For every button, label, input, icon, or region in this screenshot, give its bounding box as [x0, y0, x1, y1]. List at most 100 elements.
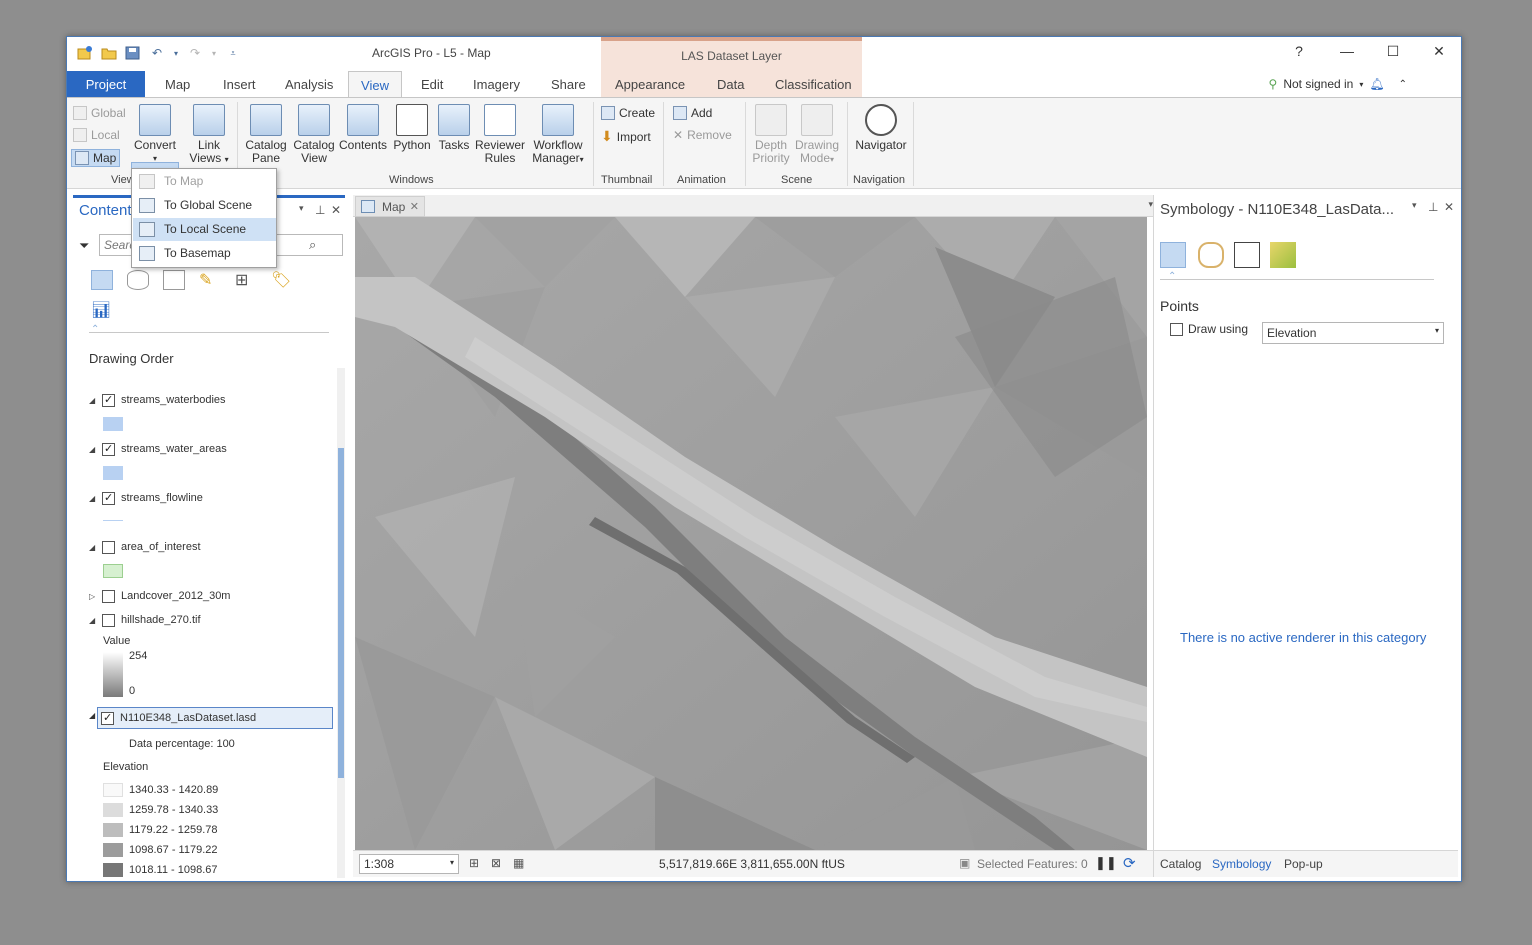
local-view-button[interactable]: Local: [73, 128, 120, 142]
list-by-snapping-icon[interactable]: ⊞: [235, 270, 257, 290]
tab-classification[interactable]: Classification: [773, 71, 854, 97]
tab-project[interactable]: Project: [67, 71, 145, 97]
catalog-view-button[interactable]: Catalog View: [291, 104, 337, 165]
points-symbology-icon[interactable]: [1160, 242, 1186, 268]
global-view-button[interactable]: Global: [73, 106, 126, 120]
tab-data[interactable]: Data: [715, 71, 746, 97]
layer-visibility-checkbox[interactable]: [102, 393, 115, 407]
expand-triangle-icon[interactable]: ◢: [89, 445, 99, 454]
layer-symbol-swatch[interactable]: [103, 417, 123, 431]
layer-streams-waterbodies[interactable]: ◢streams_waterbodies: [89, 392, 226, 408]
draw-using-checkbox[interactable]: [1170, 322, 1183, 336]
list-by-selection-icon[interactable]: [163, 270, 185, 290]
catalog-pane-button[interactable]: Catalog Pane: [243, 104, 289, 165]
table-icon[interactable]: ▦: [513, 856, 524, 870]
undo-icon[interactable]: ↶: [149, 46, 165, 60]
close-tab-icon[interactable]: ✕: [410, 200, 419, 213]
edges-symbology-icon[interactable]: [1234, 242, 1260, 268]
tab-popup[interactable]: Pop-up: [1284, 857, 1323, 871]
elevation-class[interactable]: 1340.33 - 1420.89: [103, 782, 218, 798]
tab-imagery[interactable]: Imagery: [471, 71, 522, 97]
expand-triangle-icon[interactable]: ◢: [89, 711, 95, 720]
tab-insert[interactable]: Insert: [221, 71, 258, 97]
collapse-toolbar-icon[interactable]: ⌃: [91, 324, 99, 335]
contents-scrollbar[interactable]: [337, 368, 345, 878]
redo-icon[interactable]: ↷: [187, 46, 203, 60]
filter-icon[interactable]: ⏷: [79, 238, 89, 254]
thumbnail-create-button[interactable]: Create: [601, 106, 655, 120]
expand-triangle-icon[interactable]: ◢: [89, 396, 99, 405]
menu-item-to-basemap[interactable]: To Basemap: [133, 242, 276, 265]
help-icon[interactable]: ?: [1289, 43, 1309, 59]
layer-visibility-checkbox[interactable]: [102, 442, 115, 456]
pause-icon[interactable]: ❚❚: [1095, 855, 1117, 871]
layer-streams-flowline[interactable]: ◢streams_flowline: [89, 490, 203, 506]
minimize-icon[interactable]: —: [1337, 43, 1357, 59]
layer-line-symbol[interactable]: [103, 520, 123, 521]
close-pane-icon[interactable]: ✕: [331, 203, 341, 217]
collapsed-triangle-icon[interactable]: ▷: [89, 592, 99, 601]
layer-symbol-swatch[interactable]: [103, 564, 123, 578]
drawing-mode-button[interactable]: Drawing Mode▾: [793, 104, 841, 166]
tab-analysis[interactable]: Analysis: [283, 71, 335, 97]
list-by-drawing-order-icon[interactable]: [91, 270, 113, 290]
pane-options-icon[interactable]: ▾: [1412, 200, 1417, 211]
collapse-ribbon-icon[interactable]: ⌃: [1399, 79, 1407, 90]
tab-view[interactable]: View: [348, 71, 402, 98]
contents-button[interactable]: Contents: [339, 104, 387, 152]
scrollbar-thumb[interactable]: [338, 448, 344, 778]
close-pane-icon[interactable]: ✕: [1444, 200, 1454, 214]
animation-add-button[interactable]: Add: [673, 106, 712, 120]
depth-priority-button[interactable]: Depth Priority: [749, 104, 793, 165]
save-project-icon[interactable]: [125, 46, 141, 60]
draw-using-select[interactable]: Elevation ▾: [1262, 322, 1444, 344]
python-button[interactable]: Python: [391, 104, 433, 152]
tab-catalog[interactable]: Catalog: [1160, 857, 1201, 871]
new-project-icon[interactable]: [77, 46, 93, 60]
redo-dropdown-icon[interactable]: ▾: [211, 46, 217, 60]
tab-symbology[interactable]: Symbology: [1212, 857, 1271, 871]
layer-hillshade-270[interactable]: ◢ hillshade_270.tif: [89, 612, 201, 628]
elevation-class[interactable]: 1179.22 - 1259.78: [103, 822, 217, 838]
grid-icon[interactable]: ⊠: [491, 856, 501, 870]
list-by-source-icon[interactable]: [127, 270, 149, 290]
search-icon[interactable]: ⌕: [309, 237, 316, 253]
layer-visibility-checkbox[interactable]: [101, 711, 114, 725]
tasks-button[interactable]: Tasks: [435, 104, 473, 152]
tab-map-view[interactable]: Map ✕: [355, 196, 425, 217]
expand-triangle-icon[interactable]: ◢: [89, 616, 99, 625]
fixed-zoom-icon[interactable]: ⊞: [469, 856, 479, 870]
elevation-class[interactable]: 1259.78 - 1340.33: [103, 802, 218, 818]
list-by-editing-icon[interactable]: ✎: [199, 270, 221, 290]
layer-n110e348-lasdataset[interactable]: N110E348_LasDataset.lasd: [97, 707, 333, 729]
link-views-button[interactable]: Link Views ▾: [187, 104, 231, 166]
undo-dropdown-icon[interactable]: ▾: [173, 46, 179, 60]
menu-item-to-map[interactable]: To Map: [133, 170, 276, 193]
scale-selector[interactable]: 1:308 ▾: [359, 854, 459, 874]
layer-visibility-checkbox[interactable]: [102, 491, 115, 505]
tab-map[interactable]: Map: [163, 71, 192, 97]
contours-symbology-icon[interactable]: [1198, 242, 1224, 268]
layer-area-of-interest[interactable]: ◢ area_of_interest: [89, 539, 201, 555]
reviewer-rules-button[interactable]: Reviewer Rules: [475, 104, 525, 165]
menu-item-to-local-scene[interactable]: To Local Scene: [133, 218, 276, 241]
customize-qat-icon[interactable]: ⩡: [225, 46, 241, 60]
expand-triangle-icon[interactable]: ◢: [89, 543, 99, 552]
open-project-icon[interactable]: [101, 46, 117, 60]
tab-share[interactable]: Share: [549, 71, 588, 97]
workflow-manager-button[interactable]: Workflow Manager▾: [529, 104, 587, 166]
elevation-class[interactable]: 1018.11 - 1098.67: [103, 862, 217, 878]
tab-edit[interactable]: Edit: [419, 71, 445, 97]
refresh-icon[interactable]: ⟳: [1123, 854, 1136, 872]
layer-streams-water-areas[interactable]: ◢streams_water_areas: [89, 441, 227, 457]
pin-icon[interactable]: ⊥: [315, 203, 325, 217]
expand-triangle-icon[interactable]: ◢: [89, 494, 99, 503]
map-view-button[interactable]: Map: [71, 149, 121, 167]
surface-symbology-icon[interactable]: [1270, 242, 1296, 268]
list-by-charts-icon[interactable]: 📊︎: [91, 300, 113, 320]
elevation-class[interactable]: 1098.67 - 1179.22: [103, 842, 217, 858]
draw-using-option[interactable]: Draw using: [1170, 322, 1248, 336]
convert-button[interactable]: Convert ▾: [131, 104, 179, 165]
navigator-button[interactable]: Navigator: [853, 104, 909, 152]
layer-visibility-checkbox[interactable]: [102, 540, 115, 554]
